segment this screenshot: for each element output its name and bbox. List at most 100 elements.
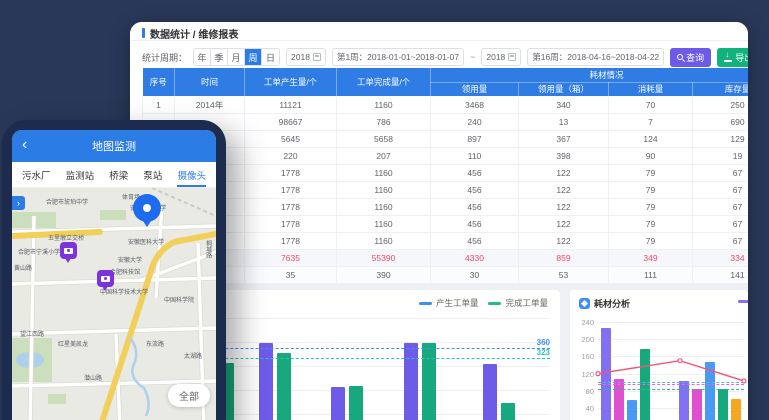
bar-consumable: [601, 328, 611, 420]
export-excel-button[interactable]: 导出Excel: [717, 48, 748, 67]
phone-header: ‹ 地图监测: [12, 130, 216, 162]
table-cell: 250: [693, 96, 749, 113]
table-cell: 456: [431, 164, 519, 181]
period-option-2[interactable]: 季: [211, 49, 228, 65]
breadcrumb-accent-bar: [142, 28, 145, 38]
table-row: 12014年111211160346834070250: [143, 96, 749, 113]
bar-产生工单量: [331, 387, 345, 420]
back-chevron-icon[interactable]: ‹: [22, 135, 27, 155]
table-cell: 90: [609, 147, 693, 164]
table-cell: 4330: [431, 249, 519, 266]
tab-监测站[interactable]: 监测站: [66, 162, 95, 187]
y-axis-tick: 160: [572, 352, 594, 361]
reference-line-label: 323: [537, 348, 550, 357]
table-header-cell: 工单产生量/个: [245, 68, 337, 96]
table-cell: 5658: [337, 130, 431, 147]
map-place-label: 合肥市琥珀中学: [46, 198, 88, 207]
consumables-chart-card: 耗材分析 2402001601208040: [570, 290, 748, 420]
table-cell: 7: [609, 113, 693, 130]
map-place-label: 合肥市宁溪小学: [18, 248, 60, 257]
y-axis-tick: 80: [572, 387, 594, 396]
camera-icon: [64, 248, 73, 254]
report-table: 序号时间工单产生量/个工单完成量/个耗材情况领用量领用量（箱）消耗量库存量120…: [142, 68, 748, 284]
table-cell: 98667: [245, 113, 337, 130]
calendar-icon: [508, 53, 516, 61]
camera-pin[interactable]: [97, 270, 114, 287]
phone-screen: ‹ 地图监测 污水厂监测站桥梁泵站摄像头: [12, 130, 216, 420]
table-cell: 1160: [337, 164, 431, 181]
map-place-label: 潜山路: [84, 374, 102, 383]
table-row: 177811604561227967: [143, 164, 749, 181]
table-cell: 30: [431, 266, 519, 283]
table-cell: 690: [693, 113, 749, 130]
consumables-chart-plot: 2402001601208040: [570, 290, 748, 420]
table-cell: 122: [519, 181, 609, 198]
table-subheader-cell: 库存量: [693, 82, 749, 96]
end-year-value: 2018: [486, 52, 505, 62]
map-expand-button[interactable]: ›: [12, 196, 25, 210]
table-cell: 79: [609, 232, 693, 249]
report-table-wrap: 序号时间工单产生量/个工单完成量/个耗材情况领用量领用量（箱）消耗量库存量120…: [142, 68, 748, 284]
period-option-4[interactable]: 周: [245, 49, 262, 65]
y-axis-tick: 240: [572, 318, 594, 327]
bar-consumable: [705, 362, 715, 420]
table-cell: 1160: [337, 181, 431, 198]
bar-产生工单量: [259, 343, 273, 420]
y-axis-tick: 200: [572, 335, 594, 344]
table-cell: 1160: [337, 96, 431, 113]
calendar-icon: [313, 53, 321, 61]
gridline: [598, 339, 744, 340]
table-cell: 79: [609, 181, 693, 198]
period-segmented: 年季月周日: [193, 48, 280, 66]
map-canvas[interactable]: › 全部 合肥市琥珀中学体育场安徽农业大学五里墩立交桥安徽医科大学合肥市宁溪小学…: [12, 188, 216, 420]
tab-桥梁[interactable]: 桥梁: [109, 162, 128, 187]
map-place-label: 望江西路: [20, 330, 44, 339]
table-cell: 367: [519, 130, 609, 147]
period-option-3[interactable]: 月: [228, 49, 245, 65]
filter-toolbar: 统计周期： 年季月周日 2018 第1周：2018-01-01~2018-01-…: [142, 46, 748, 68]
tab-摄像头[interactable]: 摄像头: [177, 162, 206, 187]
table-cell: 340: [519, 96, 609, 113]
map-place-label: 安徽医科大学: [128, 238, 164, 247]
search-icon: [677, 54, 683, 60]
map-place-label: 中国科学院: [164, 296, 194, 305]
map-place-label: 太湖路: [184, 352, 202, 361]
table-cell: 53: [519, 266, 609, 283]
table-cell: 1778: [245, 181, 337, 198]
table-header-cell: 时间: [175, 68, 245, 96]
period-option-1[interactable]: 年: [194, 49, 211, 65]
table-cell: 5645: [245, 130, 337, 147]
start-year-select[interactable]: 2018: [286, 48, 326, 66]
table-cell: 35: [245, 266, 337, 283]
table-row: 177811604561227967: [143, 232, 749, 249]
bar-consumable: [627, 400, 637, 420]
table-cell: 1160: [337, 198, 431, 215]
table-subheader-cell: 领用量（箱）: [519, 82, 609, 96]
table-cell: 1778: [245, 164, 337, 181]
map-place-label: 东流路: [146, 340, 164, 349]
table-row: 177811604561227967: [143, 215, 749, 232]
gridline: [598, 322, 744, 323]
table-total-row: 合计7635553904330859349334: [143, 249, 749, 266]
table-cell: 456: [431, 181, 519, 198]
selected-camera-pin[interactable]: [133, 194, 161, 222]
table-cell: 67: [693, 164, 749, 181]
end-week-input[interactable]: 第16周：2018-04-16~2018-04-22: [527, 48, 664, 66]
query-button[interactable]: 查询: [670, 48, 711, 67]
tab-污水厂[interactable]: 污水厂: [22, 162, 51, 187]
end-year-select[interactable]: 2018: [481, 48, 521, 66]
bar-consumable: [679, 381, 689, 420]
tab-泵站[interactable]: 泵站: [143, 162, 162, 187]
table-group-header-cell: 耗材情况: [431, 68, 749, 82]
y-axis-tick: 40: [572, 404, 594, 413]
camera-icon: [101, 276, 110, 282]
start-week-input[interactable]: 第1周：2018-01-01~2018-01-07: [332, 48, 464, 66]
table-cell: 67: [693, 181, 749, 198]
camera-pin[interactable]: [60, 242, 77, 259]
table-cell: 1: [143, 96, 175, 113]
table-cell: 122: [519, 198, 609, 215]
gridline: [598, 356, 744, 357]
all-filter-button[interactable]: 全部: [168, 384, 210, 407]
period-option-5[interactable]: 日: [262, 49, 279, 65]
bar-完成工单量: [501, 403, 515, 420]
